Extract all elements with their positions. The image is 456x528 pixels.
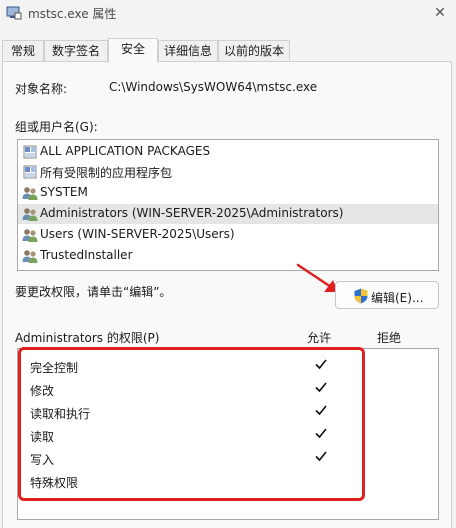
check-icon bbox=[315, 359, 327, 370]
permission-row: 读取 bbox=[18, 424, 438, 446]
permission-name: 修改 bbox=[30, 384, 55, 398]
tab-strip: 常规 数字签名 安全 详细信息 以前的版本 bbox=[0, 38, 456, 63]
list-item[interactable]: ALL APPLICATION PACKAGES bbox=[18, 142, 438, 162]
edit-button[interactable]: 编辑(E)... bbox=[335, 281, 439, 309]
deny-header: 拒绝 bbox=[377, 331, 402, 345]
permission-row: 修改 bbox=[18, 378, 438, 400]
permission-row: 读取和执行 bbox=[18, 401, 438, 423]
tab-security[interactable]: 安全 bbox=[108, 38, 158, 63]
package-icon bbox=[23, 165, 37, 179]
monitor-icon bbox=[6, 6, 22, 20]
object-name-value: C:\Windows\SysWOW64\mstsc.exe bbox=[109, 80, 318, 94]
uac-shield-icon bbox=[354, 288, 368, 304]
list-item[interactable]: Users (WIN-SERVER-2025\Users) bbox=[18, 225, 438, 245]
object-name-label: 对象名称: bbox=[15, 82, 68, 96]
close-icon: ✕ bbox=[434, 5, 446, 21]
permission-name: 读取和执行 bbox=[30, 407, 91, 421]
check-icon bbox=[315, 405, 327, 416]
permissions-list: 完全控制 修改 读取和执行 读取 写入 特殊权限 bbox=[17, 348, 439, 520]
check-icon bbox=[315, 451, 327, 462]
users-icon bbox=[22, 250, 38, 263]
permissions-title: Administrators 的权限(P) bbox=[15, 331, 160, 345]
permission-name: 读取 bbox=[30, 430, 55, 444]
list-item[interactable]: SYSTEM bbox=[18, 183, 438, 203]
edit-hint: 要更改权限，请单击“编辑”。 bbox=[15, 285, 172, 299]
permission-name: 特殊权限 bbox=[30, 476, 79, 490]
list-item-label: Users (WIN-SERVER-2025\Users) bbox=[40, 227, 235, 241]
permission-row: 完全控制 bbox=[18, 355, 438, 377]
list-item[interactable]: 所有受限制的应用程序包 bbox=[18, 162, 438, 182]
tab-digital-signatures[interactable]: 数字签名 bbox=[44, 40, 108, 62]
list-item-label: TrustedInstaller bbox=[40, 248, 133, 262]
window-title: mstsc.exe 属性 bbox=[28, 7, 117, 21]
users-icon bbox=[22, 229, 38, 242]
list-item[interactable]: Administrators (WIN-SERVER-2025\Administ… bbox=[18, 204, 438, 224]
tab-general[interactable]: 常规 bbox=[2, 40, 44, 62]
group-user-list[interactable]: ALL APPLICATION PACKAGES 所有受限制的应用程序包 SYS… bbox=[17, 139, 439, 271]
permission-row: 特殊权限 bbox=[18, 470, 438, 492]
allow-header: 允许 bbox=[307, 331, 332, 345]
check-icon bbox=[315, 428, 327, 439]
list-item-label: SYSTEM bbox=[40, 185, 88, 199]
title-bar: mstsc.exe 属性 ✕ bbox=[0, 0, 456, 28]
permission-row: 写入 bbox=[18, 447, 438, 469]
list-item[interactable]: TrustedInstaller bbox=[18, 246, 438, 266]
users-icon bbox=[22, 208, 38, 221]
users-icon bbox=[22, 187, 38, 200]
security-panel: 对象名称: C:\Windows\SysWOW64\mstsc.exe 组或用户… bbox=[2, 61, 452, 528]
tab-details[interactable]: 详细信息 bbox=[158, 40, 218, 62]
permission-name: 完全控制 bbox=[30, 361, 79, 375]
close-button[interactable]: ✕ bbox=[428, 2, 452, 24]
tab-previous-versions[interactable]: 以前的版本 bbox=[218, 40, 290, 62]
list-item-label: 所有受限制的应用程序包 bbox=[40, 166, 173, 180]
edit-button-label: 编辑(E)... bbox=[371, 291, 424, 305]
list-item-label: Administrators (WIN-SERVER-2025\Administ… bbox=[40, 206, 344, 220]
list-item-label: ALL APPLICATION PACKAGES bbox=[40, 144, 211, 158]
package-icon bbox=[23, 145, 37, 159]
check-icon bbox=[315, 382, 327, 393]
groups-label: 组或用户名(G): bbox=[15, 120, 98, 134]
permission-name: 写入 bbox=[30, 453, 55, 467]
